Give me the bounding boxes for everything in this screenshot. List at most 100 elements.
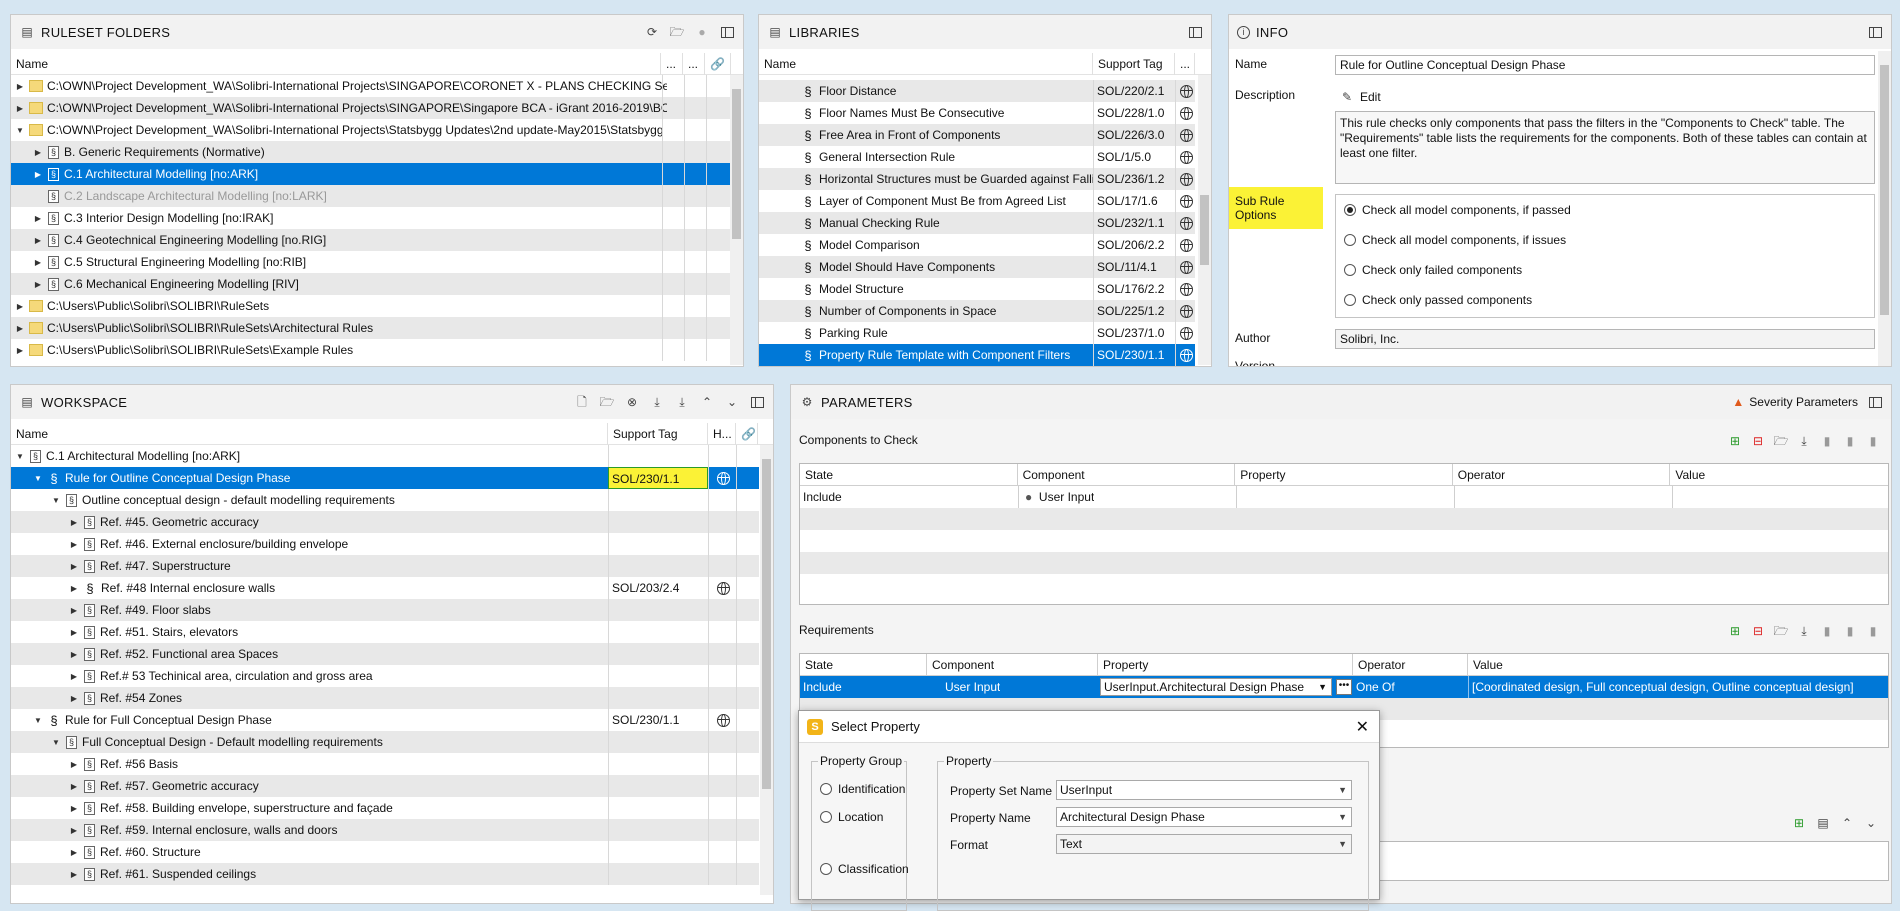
expand-arrow-icon[interactable]: ▶ [69,518,79,527]
expand-arrow-icon[interactable]: ▶ [69,848,79,857]
library-row[interactable]: § Floor Names Must Be Consecutive SOL/228/… [759,102,1195,124]
add-row-icon[interactable]: ⊞ [1791,815,1807,831]
col-name[interactable]: Name [759,52,1093,75]
req-value[interactable]: [Coordinated design, Full conceptual des… [1468,676,1854,698]
paste-icon[interactable]: ▮ [1842,623,1858,639]
library-row[interactable]: § Floor Distance SOL/220/2.1 [759,80,1195,102]
group-classification[interactable]: Classification [820,862,909,876]
expand-arrow-icon[interactable]: ▶ [15,302,25,311]
col-operator[interactable]: Operator [1453,464,1671,486]
col-property[interactable]: Property [1235,464,1453,486]
col-h[interactable]: H... [708,422,736,445]
expand-arrow-icon[interactable]: ▶ [33,214,43,223]
maximize-icon[interactable] [1867,394,1883,410]
ruleset-row[interactable]: ▶ § C.1 Architectural Modelling [no:ARK] [11,163,731,185]
ruleset-scrollbar[interactable] [730,75,743,365]
copy-icon[interactable]: ▮ [1819,433,1835,449]
workspace-row[interactable]: ▶ § Ref. #45. Geometric accuracy [11,511,759,533]
description-text[interactable]: This rule checks only components that pa… [1335,111,1875,184]
workspace-row[interactable]: ▶ § Ref. #57. Geometric accuracy [11,775,759,797]
ctc-state[interactable]: Include [800,486,842,508]
workspace-row[interactable]: ▼ § Rule for Outline Conceptual Design Pha… [11,467,759,489]
expand-arrow-icon[interactable]: ▶ [69,826,79,835]
move-down-icon[interactable]: ⌄ [724,394,740,410]
workspace-row[interactable]: ▶ § Ref. #52. Functional area Spaces [11,643,759,665]
col-support-tag[interactable]: Support Tag [608,422,708,445]
collapse-arrow-icon[interactable]: ▼ [51,496,61,505]
expand-arrow-icon[interactable]: ▶ [69,782,79,791]
add-row-icon[interactable]: ⊞ [1727,433,1743,449]
group-identification[interactable]: Identification [820,782,905,796]
collapse-arrow-icon[interactable]: ▼ [51,738,61,747]
library-row[interactable]: § Property Rule Template with Component F… [759,344,1195,366]
libraries-scrollbar[interactable] [1198,75,1211,365]
ruleset-row[interactable]: ▶ C:\OWN\Project Development_WA\Solibri-I… [11,75,731,97]
option-all-issues[interactable]: Check all model components, if issues [1344,233,1566,247]
expand-arrow-icon[interactable]: ▶ [69,584,79,593]
expand-arrow-icon[interactable]: ▶ [33,236,43,245]
collapse-arrow-icon[interactable]: ▼ [33,474,43,483]
download-icon[interactable]: ⤓ [649,394,665,410]
edit-rows-icon[interactable]: ▤ [1815,815,1831,831]
expand-arrow-icon[interactable]: ▶ [33,258,43,267]
expand-arrow-icon[interactable]: ▶ [69,540,79,549]
workspace-scrollbar[interactable] [760,445,773,895]
library-row[interactable]: § Free Area in Front of Components SOL/226… [759,124,1195,146]
ctc-row[interactable]: Include ● User Input [800,486,1888,508]
workspace-row[interactable]: ▶ § Ref. #60. Structure [11,841,759,863]
expand-arrow-icon[interactable]: ▶ [69,628,79,637]
option-only-passed[interactable]: Check only passed components [1344,293,1532,307]
col-name[interactable]: Name [11,52,661,75]
expand-arrow-icon[interactable]: ▶ [69,672,79,681]
col-name[interactable]: Name [11,422,608,445]
ruleset-row[interactable]: ▶ § C.5 Structural Engineering Modelling [… [11,251,731,273]
format-combo[interactable]: Text ▼ [1056,834,1352,854]
expand-arrow-icon[interactable]: ▶ [33,280,43,289]
req-property-combo[interactable]: UserInput.Architectural Design Phase ▼ [1100,678,1332,696]
req-component[interactable]: User Input [927,676,1000,698]
add-row-icon[interactable]: ⊞ [1727,623,1743,639]
ruleset-row[interactable]: ▶ § C.6 Mechanical Engineering Modelling [… [11,273,731,295]
info-scrollbar[interactable] [1878,51,1891,366]
col-a[interactable]: ... [661,52,683,75]
author-field[interactable]: Solibri, Inc. [1335,329,1875,349]
collapse-arrow-icon[interactable]: ▼ [33,716,43,725]
open-folder-icon[interactable]: 🗁 [669,24,685,40]
col-state[interactable]: State [800,654,927,676]
disabled-circle-icon[interactable]: ● [694,24,710,40]
expand-arrow-icon[interactable]: ▶ [69,870,79,879]
col-value[interactable]: Value [1670,464,1888,486]
maximize-icon[interactable] [719,24,735,40]
move-up-icon[interactable]: ⌃ [1839,815,1855,831]
severity-parameters-link[interactable]: Severity Parameters [1749,395,1858,409]
library-row[interactable]: § Horizontal Structures must be Guarded a… [759,168,1195,190]
library-row[interactable]: § Model Should Have Components SOL/11/4.1 [759,256,1195,278]
workspace-row[interactable]: ▼ § C.1 Architectural Modelling [no:ARK] [11,445,759,467]
save-icon[interactable]: ⤓ [1796,623,1812,639]
library-row[interactable]: § Layer of Component Must Be from Agreed … [759,190,1195,212]
library-row[interactable]: § Manual Checking Rule SOL/232/1.1 [759,212,1195,234]
workspace-row[interactable]: ▶ § Ref. #46. External enclosure/building … [11,533,759,555]
library-row[interactable]: § Number of Components in Space SOL/225/1.… [759,300,1195,322]
save-all-icon[interactable]: ⤓ [674,394,690,410]
expand-arrow-icon[interactable]: ▶ [15,324,25,333]
workspace-row[interactable]: ▶ § Ref. #56 Basis [11,753,759,775]
workspace-row[interactable]: ▶ § Ref. #59. Internal enclosure, walls an… [11,819,759,841]
ruleset-row[interactable]: ▶ C:\Users\Public\Solibri\SOLIBRI\RuleSet… [11,295,731,317]
expand-arrow-icon[interactable]: ▶ [69,804,79,813]
ruleset-row[interactable]: ▼ C:\OWN\Project Development_WA\Solibri-I… [11,119,731,141]
save-icon[interactable]: ⤓ [1796,433,1812,449]
expand-arrow-icon[interactable]: ▶ [69,606,79,615]
new-file-icon[interactable]: 🗋 [574,394,590,410]
group-location[interactable]: Location [820,810,883,824]
library-row[interactable]: § General Intersection Rule SOL/1/5.0 [759,146,1195,168]
ruleset-row[interactable]: ▶ C:\OWN\Project Development_WA\Solibri-I… [11,97,731,119]
open-icon[interactable]: 🗁 [599,394,615,410]
workspace-row[interactable]: ▼ § Full Conceptual Design - Default model… [11,731,759,753]
expand-arrow-icon[interactable]: ▶ [33,170,43,179]
ruleset-row[interactable]: ▶ § C.3 Interior Design Modelling [no:IRAK… [11,207,731,229]
property-name-combo[interactable]: Architectural Design Phase ▼ [1056,807,1352,827]
col-b[interactable]: ... [683,52,705,75]
open-icon[interactable]: 🗁 [1773,433,1789,449]
expand-arrow-icon[interactable]: ▶ [69,694,79,703]
